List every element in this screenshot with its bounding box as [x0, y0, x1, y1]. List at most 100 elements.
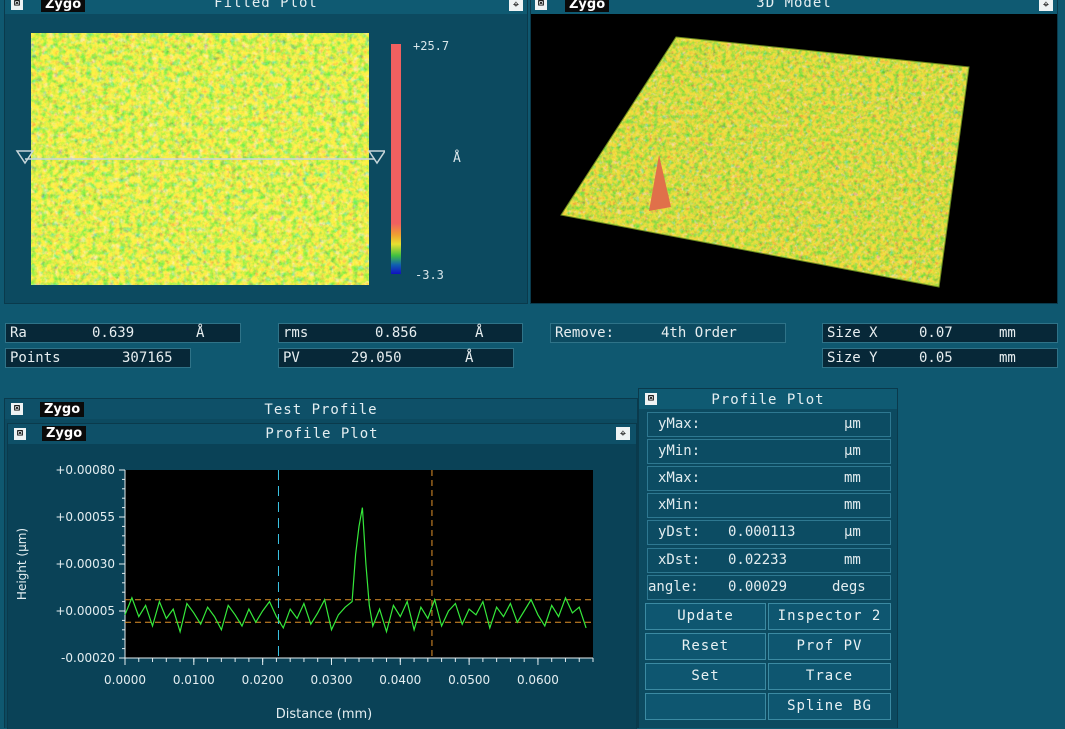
x-tick-label: 0.0300: [310, 673, 352, 687]
close-icon[interactable]: ⊠: [11, 403, 23, 415]
readout-angle: angle: 0.00029 degs: [647, 575, 891, 600]
readout-unit: µm: [844, 443, 861, 459]
readout-unit: degs: [832, 579, 866, 595]
y-tick-label: +0.00055: [55, 510, 115, 524]
profile-plot-title: Profile Plot: [265, 426, 379, 442]
readout-unit: mm: [844, 552, 861, 568]
stat-remove-value: 4th Order: [661, 325, 737, 341]
stat-points-label: Points: [10, 350, 61, 366]
close-icon[interactable]: ⊠: [535, 0, 547, 10]
scale-unit-label: Å: [453, 151, 461, 166]
zygo-logo: Zygo: [42, 426, 87, 441]
scale-max-label: +25.7: [413, 39, 450, 53]
readout-label: angle:: [648, 579, 699, 595]
stat-size-y: Size Y 0.05 mm: [822, 348, 1058, 368]
y-tick-label: +0.00030: [55, 557, 115, 571]
pin-icon[interactable]: ⌖: [1039, 0, 1053, 11]
readout-label: yMin:: [658, 443, 701, 459]
model-3d-title: 3D Model: [756, 0, 832, 11]
stat-remove: Remove: 4th Order: [550, 323, 786, 343]
test-profile-title: Test Profile: [264, 402, 378, 418]
blank-button[interactable]: [645, 693, 766, 720]
readout-value: 0.00029: [728, 579, 788, 595]
model-3d-titlebar[interactable]: 3D Model: [531, 0, 1057, 14]
readout-unit: mm: [844, 470, 861, 486]
readout-label: xDst:: [658, 552, 701, 568]
readout-xmax: xMax: mm: [647, 466, 891, 491]
stat-points: Points 307165: [5, 348, 191, 368]
chart-y-axis-label: Height (µm): [15, 528, 29, 600]
stat-points-value: 307165: [122, 350, 173, 366]
profile-panel-titlebar[interactable]: Profile Plot: [639, 389, 897, 409]
stat-size-x-value: 0.07: [919, 325, 953, 341]
stat-pv-value: 29.050: [351, 350, 402, 366]
readout-ymax: yMax: µm: [647, 412, 891, 437]
readout-label: xMax:: [658, 470, 701, 486]
reset-button[interactable]: Reset: [645, 633, 766, 660]
stat-rms-value: 0.856: [375, 325, 418, 341]
pin-icon[interactable]: ⌖: [616, 427, 630, 440]
stat-size-x-unit: mm: [999, 325, 1016, 341]
stat-size-x-label: Size X: [827, 325, 878, 341]
readout-ydst: yDst: 0.000113 µm: [647, 520, 891, 545]
readout-unit: µm: [844, 524, 861, 540]
profile-panel-title: Profile Plot: [711, 392, 825, 408]
color-scale-bar: [391, 44, 401, 274]
readout-label: xMin:: [658, 497, 701, 513]
stat-size-x: Size X 0.07 mm: [822, 323, 1058, 343]
stat-pv-unit: Å: [465, 350, 474, 366]
x-tick-label: 0.0500: [448, 673, 490, 687]
filled-plot-window: Filled Plot ⊠ Zygo ⌖ +25.7 Å -3.3: [4, 0, 528, 304]
stat-ra-value: 0.639: [92, 325, 135, 341]
readout-ymin: yMin: µm: [647, 439, 891, 464]
inspector-button[interactable]: Inspector 2: [768, 603, 891, 630]
profile-cursor-line[interactable]: [15, 149, 385, 169]
chart-plot-area: [125, 470, 593, 658]
y-tick-label: +0.00080: [55, 463, 115, 477]
update-button[interactable]: Update: [645, 603, 766, 630]
profile-chart[interactable]: +0.00080 +0.00055 +0.00030 +0.00005 -0.00020…: [8, 446, 634, 729]
test-profile-titlebar[interactable]: Test Profile: [5, 399, 637, 419]
stat-size-y-unit: mm: [999, 350, 1016, 366]
profile-plot-titlebar[interactable]: Profile Plot: [8, 424, 636, 444]
readout-label: yDst:: [658, 524, 701, 540]
set-button[interactable]: Set: [645, 663, 766, 690]
stat-size-y-label: Size Y: [827, 350, 878, 366]
close-icon[interactable]: ⊠: [645, 393, 657, 405]
readout-xmin: xMin: mm: [647, 493, 891, 518]
stat-ra-unit: Å: [196, 325, 205, 341]
readout-unit: µm: [844, 416, 861, 432]
readout-xdst: xDst: 0.02233 mm: [647, 548, 891, 573]
close-icon[interactable]: ⊠: [11, 0, 23, 10]
stat-size-y-value: 0.05: [919, 350, 953, 366]
filled-plot-title: Filled Plot: [214, 0, 318, 11]
x-tick-label: 0.0600: [517, 673, 559, 687]
y-tick-label: +0.00005: [55, 604, 115, 618]
close-icon[interactable]: ⊠: [14, 428, 26, 440]
x-tick-label: 0.0100: [173, 673, 215, 687]
pin-icon[interactable]: ⌖: [509, 0, 523, 11]
readout-value: 0.02233: [728, 552, 788, 568]
readout-label: yMax:: [658, 416, 701, 432]
zygo-logo: Zygo: [565, 0, 610, 12]
readout-value: 0.000113: [728, 524, 796, 540]
stat-pv-label: PV: [283, 350, 300, 366]
stat-rms-unit: Å: [475, 325, 484, 341]
readout-unit: mm: [844, 497, 861, 513]
profile-plot-window: Profile Plot ⊠ Zygo ⌖ +0.00080 +0.00055 +0…: [7, 423, 637, 729]
zygo-logo: Zygo: [41, 0, 86, 12]
x-tick-label: 0.0200: [242, 673, 284, 687]
stat-ra: Ra 0.639 Å: [5, 323, 241, 343]
chart-x-axis-label: Distance (mm): [276, 707, 372, 722]
spline-bg-button[interactable]: Spline BG: [768, 693, 891, 720]
surface-3d-render[interactable]: [531, 15, 1057, 301]
stat-rms: rms 0.856 Å: [278, 323, 523, 343]
y-tick-label: -0.00020: [61, 651, 115, 665]
trace-button[interactable]: Trace: [768, 663, 891, 690]
x-tick-label: 0.0400: [379, 673, 421, 687]
prof-pv-button[interactable]: Prof PV: [768, 633, 891, 660]
x-tick-label: 0.0000: [104, 673, 146, 687]
test-profile-window: Test Profile ⊠ Zygo Profile Plot ⊠ Zygo …: [4, 398, 638, 729]
stat-remove-label: Remove:: [555, 325, 615, 341]
stat-ra-label: Ra: [10, 325, 27, 341]
